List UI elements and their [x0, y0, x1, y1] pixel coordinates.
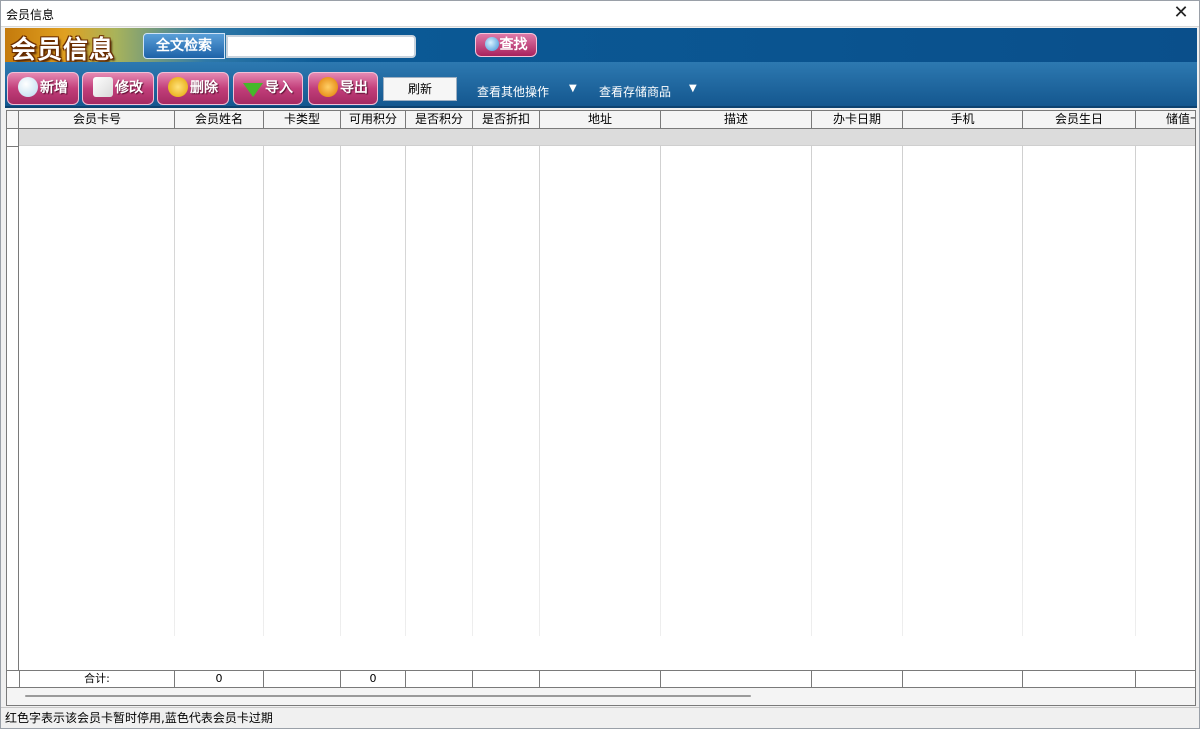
totals-label: 合计: [20, 671, 175, 687]
column-divider [660, 146, 661, 636]
column-header[interactable]: 会员生日 [1023, 111, 1136, 128]
total-cell [406, 671, 473, 687]
points-total: 0 [341, 671, 406, 687]
add-button-label: 新增 [40, 80, 68, 96]
total-cell [903, 671, 1023, 687]
member-grid[interactable]: 会员卡号 会员姓名 卡类型 可用积分 是否积分 是否折扣 地址 描述 办卡日期 … [6, 110, 1196, 706]
row-header-column [7, 146, 19, 671]
export-button-label: 导出 [340, 80, 368, 96]
find-button[interactable]: 查找 [475, 33, 537, 57]
column-header[interactable]: 地址 [540, 111, 661, 128]
delete-icon [168, 77, 188, 97]
edit-button[interactable]: 修改 [82, 72, 154, 105]
import-button-label: 导入 [265, 80, 293, 96]
total-cell [1023, 671, 1136, 687]
total-cell [473, 671, 540, 687]
import-arrow-icon [243, 83, 263, 97]
search-icon [484, 37, 499, 51]
add-icon [18, 77, 38, 97]
column-header[interactable]: 会员姓名 [175, 111, 264, 128]
export-button[interactable]: 导出 [308, 72, 378, 105]
column-header[interactable]: 手机 [903, 111, 1023, 128]
column-divider [405, 146, 406, 636]
add-button[interactable]: 新增 [7, 72, 79, 105]
column-divider [811, 146, 812, 636]
delete-button[interactable]: 删除 [157, 72, 229, 105]
search-label: 全文检索 [143, 33, 225, 59]
edit-icon [93, 77, 113, 97]
select-all-cell[interactable] [7, 111, 19, 128]
toolbar: 新增 修改 删除 导入 导出 刷新 查看其他操作 ▼ 查看存储商品 ▼ [5, 62, 1197, 108]
total-cell [1136, 671, 1195, 687]
column-divider [263, 146, 264, 636]
window-title: 会员信息 [6, 8, 55, 22]
other-operations-dropdown-icon[interactable]: ▼ [569, 83, 577, 94]
new-row-selector[interactable] [7, 129, 19, 146]
find-button-label: 查找 [499, 37, 528, 53]
column-divider [472, 146, 473, 636]
column-divider [174, 146, 175, 636]
column-divider [340, 146, 341, 636]
column-header[interactable]: 会员卡号 [20, 111, 175, 128]
column-divider [902, 146, 903, 636]
totals-row: 合计: 0 0 [7, 670, 1195, 688]
title-bar: 会员信息 ✕ [1, 1, 1199, 27]
header-banner: 会员信息 全文检索 查找 [5, 28, 1197, 64]
scrollbar-thumb[interactable] [25, 695, 751, 697]
column-header[interactable]: 办卡日期 [812, 111, 903, 128]
new-row[interactable] [7, 129, 1195, 146]
total-cell [812, 671, 903, 687]
other-operations-menu[interactable]: 查看其他操作 [477, 83, 549, 100]
search-input[interactable] [226, 35, 416, 58]
grid-header: 会员卡号 会员姓名 卡类型 可用积分 是否积分 是否折扣 地址 描述 办卡日期 … [7, 111, 1195, 129]
status-bar: 红色字表示该会员卡暂时停用,蓝色代表会员卡过期 [1, 707, 1199, 728]
column-header[interactable]: 可用积分 [341, 111, 406, 128]
column-header[interactable]: 是否积分 [406, 111, 473, 128]
logo: 会员信息 [11, 35, 116, 64]
column-divider [1135, 146, 1136, 636]
edit-button-label: 修改 [115, 80, 143, 96]
column-header[interactable]: 卡类型 [264, 111, 341, 128]
close-icon[interactable]: ✕ [1169, 2, 1193, 26]
refresh-button[interactable]: 刷新 [383, 77, 457, 101]
column-divider [1022, 146, 1023, 636]
column-divider [539, 146, 540, 636]
stored-goods-dropdown-icon[interactable]: ▼ [689, 83, 697, 94]
import-button[interactable]: 导入 [233, 72, 303, 105]
name-total: 0 [175, 671, 264, 687]
total-cell [661, 671, 812, 687]
stored-goods-menu[interactable]: 查看存储商品 [599, 83, 671, 100]
total-cell [264, 671, 341, 687]
column-header[interactable]: 描述 [661, 111, 812, 128]
delete-button-label: 删除 [190, 80, 218, 96]
totals-row-selector [7, 671, 20, 687]
total-cell [540, 671, 661, 687]
export-icon [318, 77, 338, 97]
member-info-window: 会员信息 ✕ 会员信息 全文检索 查找 新增 修改 删除 导入 导出 刷新 查看… [0, 0, 1200, 729]
horizontal-scrollbar[interactable] [7, 688, 1195, 705]
column-header[interactable]: 储值卡 [1136, 111, 1195, 128]
column-header[interactable]: 是否折扣 [473, 111, 540, 128]
